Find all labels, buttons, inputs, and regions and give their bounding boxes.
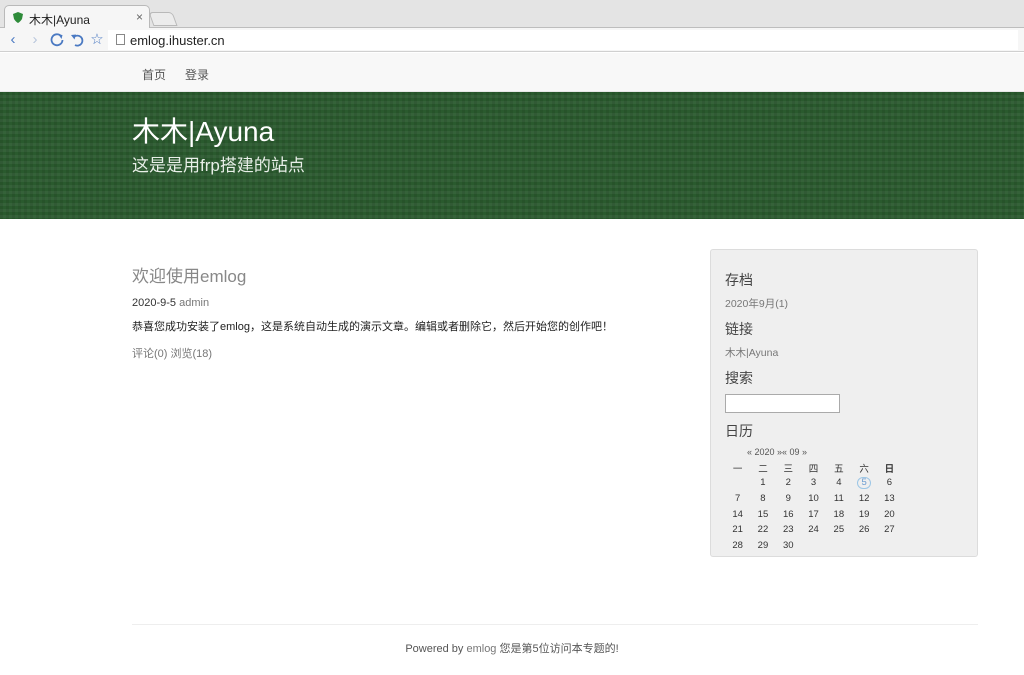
calendar-day: 15 bbox=[757, 508, 769, 520]
calendar-day: 2 bbox=[785, 477, 791, 489]
footer: Powered by emlog 您是第5位访问本专题的! bbox=[0, 640, 1024, 656]
calendar-day: 10 bbox=[808, 493, 819, 505]
calendar-day: 17 bbox=[808, 508, 819, 520]
calendar-day: 3 bbox=[810, 477, 817, 489]
calendar-day bbox=[801, 538, 826, 554]
browser-toolbar: ‹ › ☆ emlog.ihuster.cn bbox=[0, 28, 1024, 52]
calendar-day: 7 bbox=[735, 493, 741, 505]
post-views: 浏览(18) bbox=[170, 348, 213, 360]
calendar-day: 4 bbox=[836, 477, 842, 489]
url-text: emlog.ihuster.cn bbox=[130, 33, 225, 48]
calendar-weekday: 日 bbox=[884, 464, 895, 475]
calendar-day: 20 bbox=[884, 508, 895, 520]
calendar-week: 14 15 16 17 18 19 20 bbox=[725, 506, 902, 522]
post-date: 2020-9-5 bbox=[132, 297, 177, 309]
footer-visitor-text: 您是第5位访问本专题的! bbox=[499, 643, 619, 655]
search-input[interactable] bbox=[725, 394, 840, 413]
shield-icon bbox=[13, 12, 23, 23]
search-title: 搜索 bbox=[725, 370, 753, 386]
post-author[interactable]: admin bbox=[179, 297, 209, 309]
post-title[interactable]: 欢迎使用emlog bbox=[132, 262, 692, 287]
calendar-day: 11 bbox=[833, 493, 844, 505]
page-icon bbox=[116, 34, 125, 45]
calendar-day: 12 bbox=[858, 493, 870, 505]
post-footer: 评论(0) 浏览(18) bbox=[132, 345, 692, 361]
calendar-today[interactable]: 5 bbox=[857, 476, 871, 489]
nav-login-link[interactable]: 登录 bbox=[185, 66, 209, 83]
calendar-day: 28 bbox=[732, 540, 743, 552]
calendar-day bbox=[826, 538, 851, 554]
calendar-week: 21 22 23 24 25 26 27 bbox=[725, 522, 902, 538]
calendar-day: 1 bbox=[760, 477, 766, 489]
footer-prefix: Powered by bbox=[405, 643, 464, 655]
star-icon[interactable]: ☆ bbox=[88, 31, 106, 49]
post-body: 恭喜您成功安装了emlog，这是系统自动生成的演示文章。编辑或者删除它，然后开始… bbox=[132, 321, 613, 333]
calendar-weekday: 一 bbox=[732, 464, 743, 475]
calendar-weekday: 六 bbox=[859, 464, 869, 475]
calendar-day: 24 bbox=[808, 524, 819, 536]
calendar-day: 21 bbox=[732, 524, 743, 536]
calendar-day bbox=[877, 538, 902, 554]
calendar-day: 16 bbox=[782, 508, 794, 520]
links-title: 链接 bbox=[725, 321, 753, 337]
tab-title: 木木|Ayuna bbox=[29, 13, 90, 27]
back-icon[interactable]: ‹ bbox=[4, 31, 22, 49]
calendar-title: 日历 bbox=[725, 423, 753, 439]
calendar-day: 9 bbox=[785, 493, 791, 505]
calendar-weekday: 四 bbox=[808, 464, 819, 475]
calendar-nav[interactable]: « 2020 »« 09 » bbox=[747, 447, 963, 457]
address-bar[interactable]: emlog.ihuster.cn bbox=[108, 30, 1018, 50]
calendar-table: 一二三四五六日 1 2 3 4 5 6 7 8 9 10 11 12 13 14 15 16 17 18 19 20 2… bbox=[725, 461, 902, 553]
archive-title: 存档 bbox=[725, 272, 753, 288]
calendar-day: 8 bbox=[760, 493, 766, 505]
site-title[interactable]: 木木|Ayuna bbox=[132, 110, 274, 150]
calendar-day: 22 bbox=[757, 524, 769, 536]
browser-tab[interactable]: 木木|Ayuna × bbox=[4, 5, 150, 29]
calendar-day: 6 bbox=[886, 477, 893, 489]
footer-emlog-link[interactable]: emlog bbox=[466, 643, 496, 655]
calendar-day: 26 bbox=[858, 524, 870, 536]
browser-tab-bar: 木木|Ayuna × bbox=[0, 0, 1024, 29]
calendar-week: 1 2 3 4 5 6 bbox=[725, 475, 902, 491]
links-item[interactable]: 木木|Ayuna bbox=[725, 345, 963, 360]
calendar-weekday: 三 bbox=[783, 464, 793, 475]
site-banner: 木木|Ayuna 这是是用frp搭建的站点 bbox=[0, 92, 1024, 219]
calendar-day: 18 bbox=[833, 508, 845, 520]
post-meta: 2020-9-5 admin bbox=[132, 297, 692, 309]
calendar-day: 27 bbox=[884, 524, 895, 536]
footer-divider bbox=[132, 624, 978, 625]
calendar-day: 14 bbox=[732, 508, 743, 520]
calendar-weekday: 五 bbox=[834, 464, 844, 475]
post-comments-link[interactable]: 评论(0) bbox=[132, 348, 167, 360]
undo-icon[interactable] bbox=[69, 31, 87, 49]
nav-home-link[interactable]: 首页 bbox=[142, 66, 166, 83]
site-subtitle: 这是是用frp搭建的站点 bbox=[132, 156, 305, 175]
calendar-day: 23 bbox=[782, 524, 794, 536]
calendar-day: 29 bbox=[757, 540, 769, 552]
calendar-week: 28 29 30 bbox=[725, 538, 902, 554]
calendar-day bbox=[725, 475, 750, 491]
reload-icon[interactable] bbox=[48, 31, 66, 49]
calendar-day bbox=[851, 538, 876, 554]
calendar-week: 7 8 9 10 11 12 13 bbox=[725, 491, 902, 507]
calendar-day[interactable]: 5 bbox=[851, 475, 876, 491]
archive-item[interactable]: 2020年9月(1) bbox=[725, 296, 963, 311]
close-icon[interactable]: × bbox=[136, 10, 143, 24]
calendar-day: 13 bbox=[884, 493, 895, 505]
new-tab-button[interactable] bbox=[148, 12, 178, 26]
calendar-day: 30 bbox=[782, 540, 794, 552]
site-navbar: 首页 登录 bbox=[0, 53, 1024, 92]
forward-icon[interactable]: › bbox=[26, 31, 44, 49]
post: 欢迎使用emlog 2020-9-5 admin 恭喜您成功安装了emlog，这… bbox=[132, 262, 692, 361]
calendar-day: 25 bbox=[833, 524, 845, 536]
calendar-day: 19 bbox=[858, 508, 870, 520]
sidebar: 存档 2020年9月(1) 链接 木木|Ayuna 搜索 日历 « 2020 »… bbox=[710, 249, 978, 557]
calendar-weekday: 二 bbox=[758, 464, 768, 475]
